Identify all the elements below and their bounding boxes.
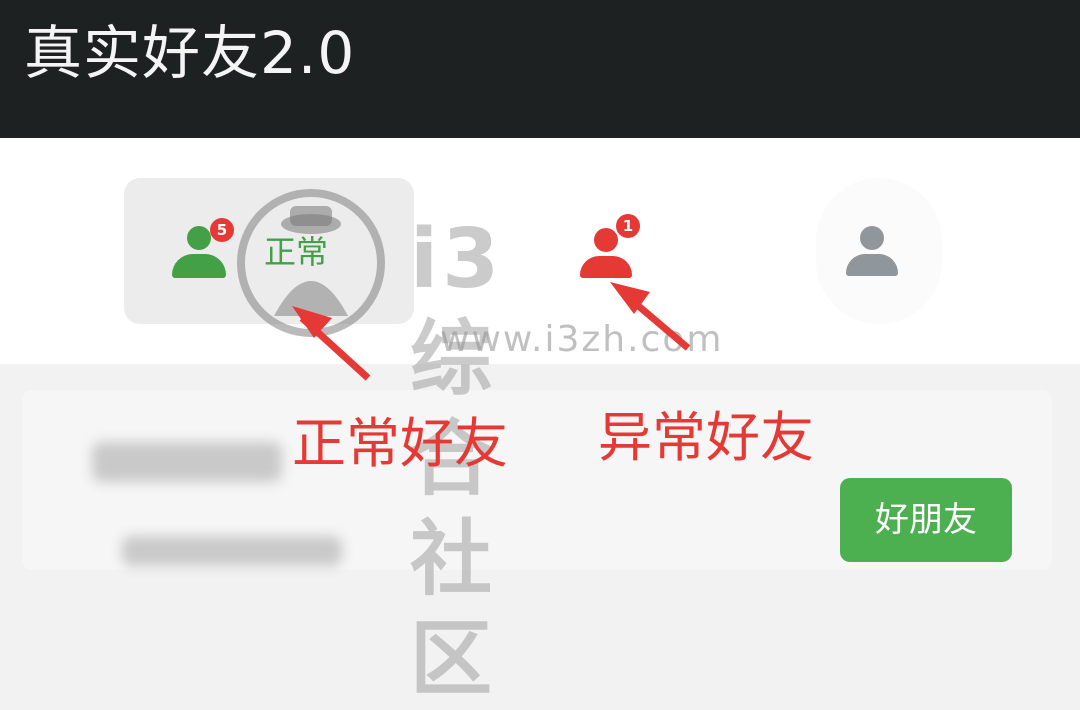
arrow-normal	[292, 306, 371, 381]
annotation-abnormal-friends: 异常好友	[598, 406, 814, 469]
annotation-normal-friends: 正常好友	[292, 412, 508, 475]
arrow-abnormal	[610, 282, 691, 351]
annotation-arrows	[292, 282, 691, 381]
